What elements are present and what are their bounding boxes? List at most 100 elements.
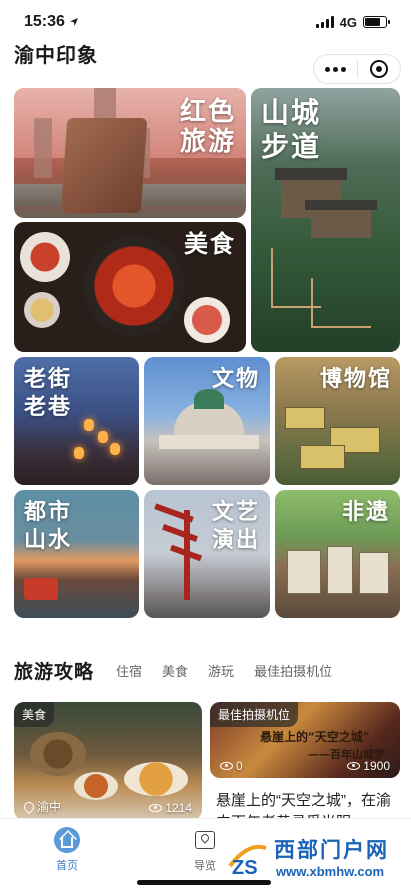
signal-icon [315, 16, 334, 28]
hotpot-image [30, 732, 86, 776]
card-location: 渝中 [21, 798, 62, 815]
network-label: 4G [339, 14, 357, 30]
lantern-image [74, 447, 84, 459]
tile-label-line: 步道 [261, 131, 322, 162]
tile-red-tourism[interactable]: 红色 旅游 [14, 88, 246, 218]
more-dots-icon [324, 66, 346, 72]
tile-label: 美食 [184, 230, 236, 260]
views-count: 1214 [165, 801, 192, 815]
tile-label: 山城 步道 [261, 96, 321, 164]
tab-lodging[interactable]: 住宿 [116, 661, 142, 680]
section-title: 旅游攻略 [14, 661, 95, 683]
tile-museum[interactable]: 博物馆 [275, 357, 400, 485]
card-views: 1214 [149, 801, 192, 815]
tile-mountain-trail[interactable]: 山城 步道 [251, 88, 400, 352]
tile-label: 红色 旅游 [180, 96, 236, 156]
battery-icon [363, 16, 390, 28]
plate-image [84, 236, 184, 336]
tile-label-line: 演出 [211, 527, 260, 552]
home-icon [54, 827, 80, 853]
tile-label-line: 老街 [24, 366, 73, 391]
roof-image [275, 168, 347, 180]
tab-photo-spots[interactable]: 最佳拍摄机位 [254, 661, 332, 680]
tile-label: 博物馆 [320, 365, 392, 393]
card-tag: 美食 [14, 702, 55, 727]
lantern-image [84, 419, 94, 431]
page-title: 渝中印象 [14, 45, 98, 67]
eye-icon [347, 762, 361, 770]
tile-label-line: 红色 [179, 96, 236, 126]
tile-label-line: 山水 [24, 527, 73, 552]
lantern-image [98, 431, 108, 443]
cable-car-image [24, 578, 58, 600]
tile-label: 老街 老巷 [24, 365, 72, 421]
status-bar: 15:36 4G [0, 0, 411, 44]
more-button[interactable] [314, 55, 357, 83]
hall-base-image [159, 435, 259, 449]
travel-guide-header: 旅游攻略 住宿 美食 游玩 最佳拍摄机位 [14, 655, 404, 685]
building-image [285, 407, 325, 429]
tile-intangible-heritage[interactable]: 非遗 [275, 490, 400, 618]
tile-arts-performance[interactable]: 文艺 演出 [144, 490, 270, 618]
mini-program-capsule [313, 54, 401, 84]
watermark-logo-icon: ZS [228, 844, 267, 879]
close-mini-program-button[interactable] [358, 55, 401, 83]
tile-label: 都市 山水 [24, 498, 72, 554]
plate-image [184, 297, 230, 343]
tile-label: 文艺 演出 [212, 498, 260, 554]
dish-image [74, 772, 118, 800]
watermark-url: www.xbmhw.com [276, 864, 385, 879]
tile-label-line: 非遗 [341, 499, 390, 524]
tab-home[interactable]: 首页 [32, 827, 102, 873]
red-stone-image [60, 118, 148, 213]
app-header: 渝中印象 [0, 44, 411, 88]
target-icon [369, 60, 388, 78]
views-count: 1900 [363, 759, 390, 773]
beam-image [162, 524, 198, 542]
building-image [34, 118, 52, 178]
tile-food[interactable]: 美食 [14, 222, 246, 352]
watermark-name: 西部门户网 [274, 838, 389, 862]
shelf-image [359, 552, 389, 594]
home-indicator [137, 880, 271, 885]
overlay-calligraphy: 悬崖上的“天空之城” [260, 730, 370, 744]
lantern-image [110, 443, 120, 455]
tab-play[interactable]: 游玩 [208, 661, 234, 680]
tile-old-alley[interactable]: 老街 老巷 [14, 357, 139, 485]
tile-label-line: 文艺 [211, 499, 260, 524]
eye-icon [220, 762, 233, 770]
tile-label: 非遗 [342, 498, 390, 526]
house-image [311, 208, 371, 238]
tile-label-line: 都市 [24, 499, 73, 524]
tile-cultural-relics[interactable]: 文物 [144, 357, 270, 485]
dish-image [124, 762, 188, 796]
location-arrow-icon [69, 18, 78, 26]
shelf-image [327, 546, 353, 594]
views-count: 0 [236, 759, 243, 773]
tile-label-line: 老巷 [24, 394, 73, 419]
watermark-logo-text: ZS [232, 857, 258, 879]
tile-label-line: 山城 [261, 97, 322, 128]
tile-label-line: 文物 [211, 366, 260, 391]
plate-image [20, 232, 70, 282]
tile-label-line: 美食 [184, 231, 236, 258]
status-time: 15:36 [24, 13, 79, 31]
card-views-right: 1900 [347, 759, 390, 773]
eye-icon [149, 804, 163, 812]
shelf-image [287, 550, 321, 594]
tab-food[interactable]: 美食 [162, 661, 188, 680]
guide-card-food[interactable]: 美食 渝中 1214 [14, 702, 202, 820]
tab-label: 首页 [56, 860, 78, 872]
plate-image [24, 292, 60, 328]
building-image [300, 445, 345, 469]
card-tag: 最佳拍摄机位 [210, 702, 299, 727]
card-views-left: 0 [220, 759, 243, 773]
status-indicators: 4G [315, 14, 390, 30]
beam-image [184, 510, 190, 600]
roof-image [305, 200, 377, 210]
tile-label-line: 旅游 [179, 126, 236, 156]
tile-city-landscape[interactable]: 都市 山水 [14, 490, 139, 618]
tile-label: 文物 [212, 365, 260, 393]
location-text: 渝中 [37, 800, 62, 814]
guide-card-photo-spot[interactable]: 悬崖上的“天空之城” ——百年山城梦 最佳拍摄机位 0 1900 [210, 702, 400, 778]
